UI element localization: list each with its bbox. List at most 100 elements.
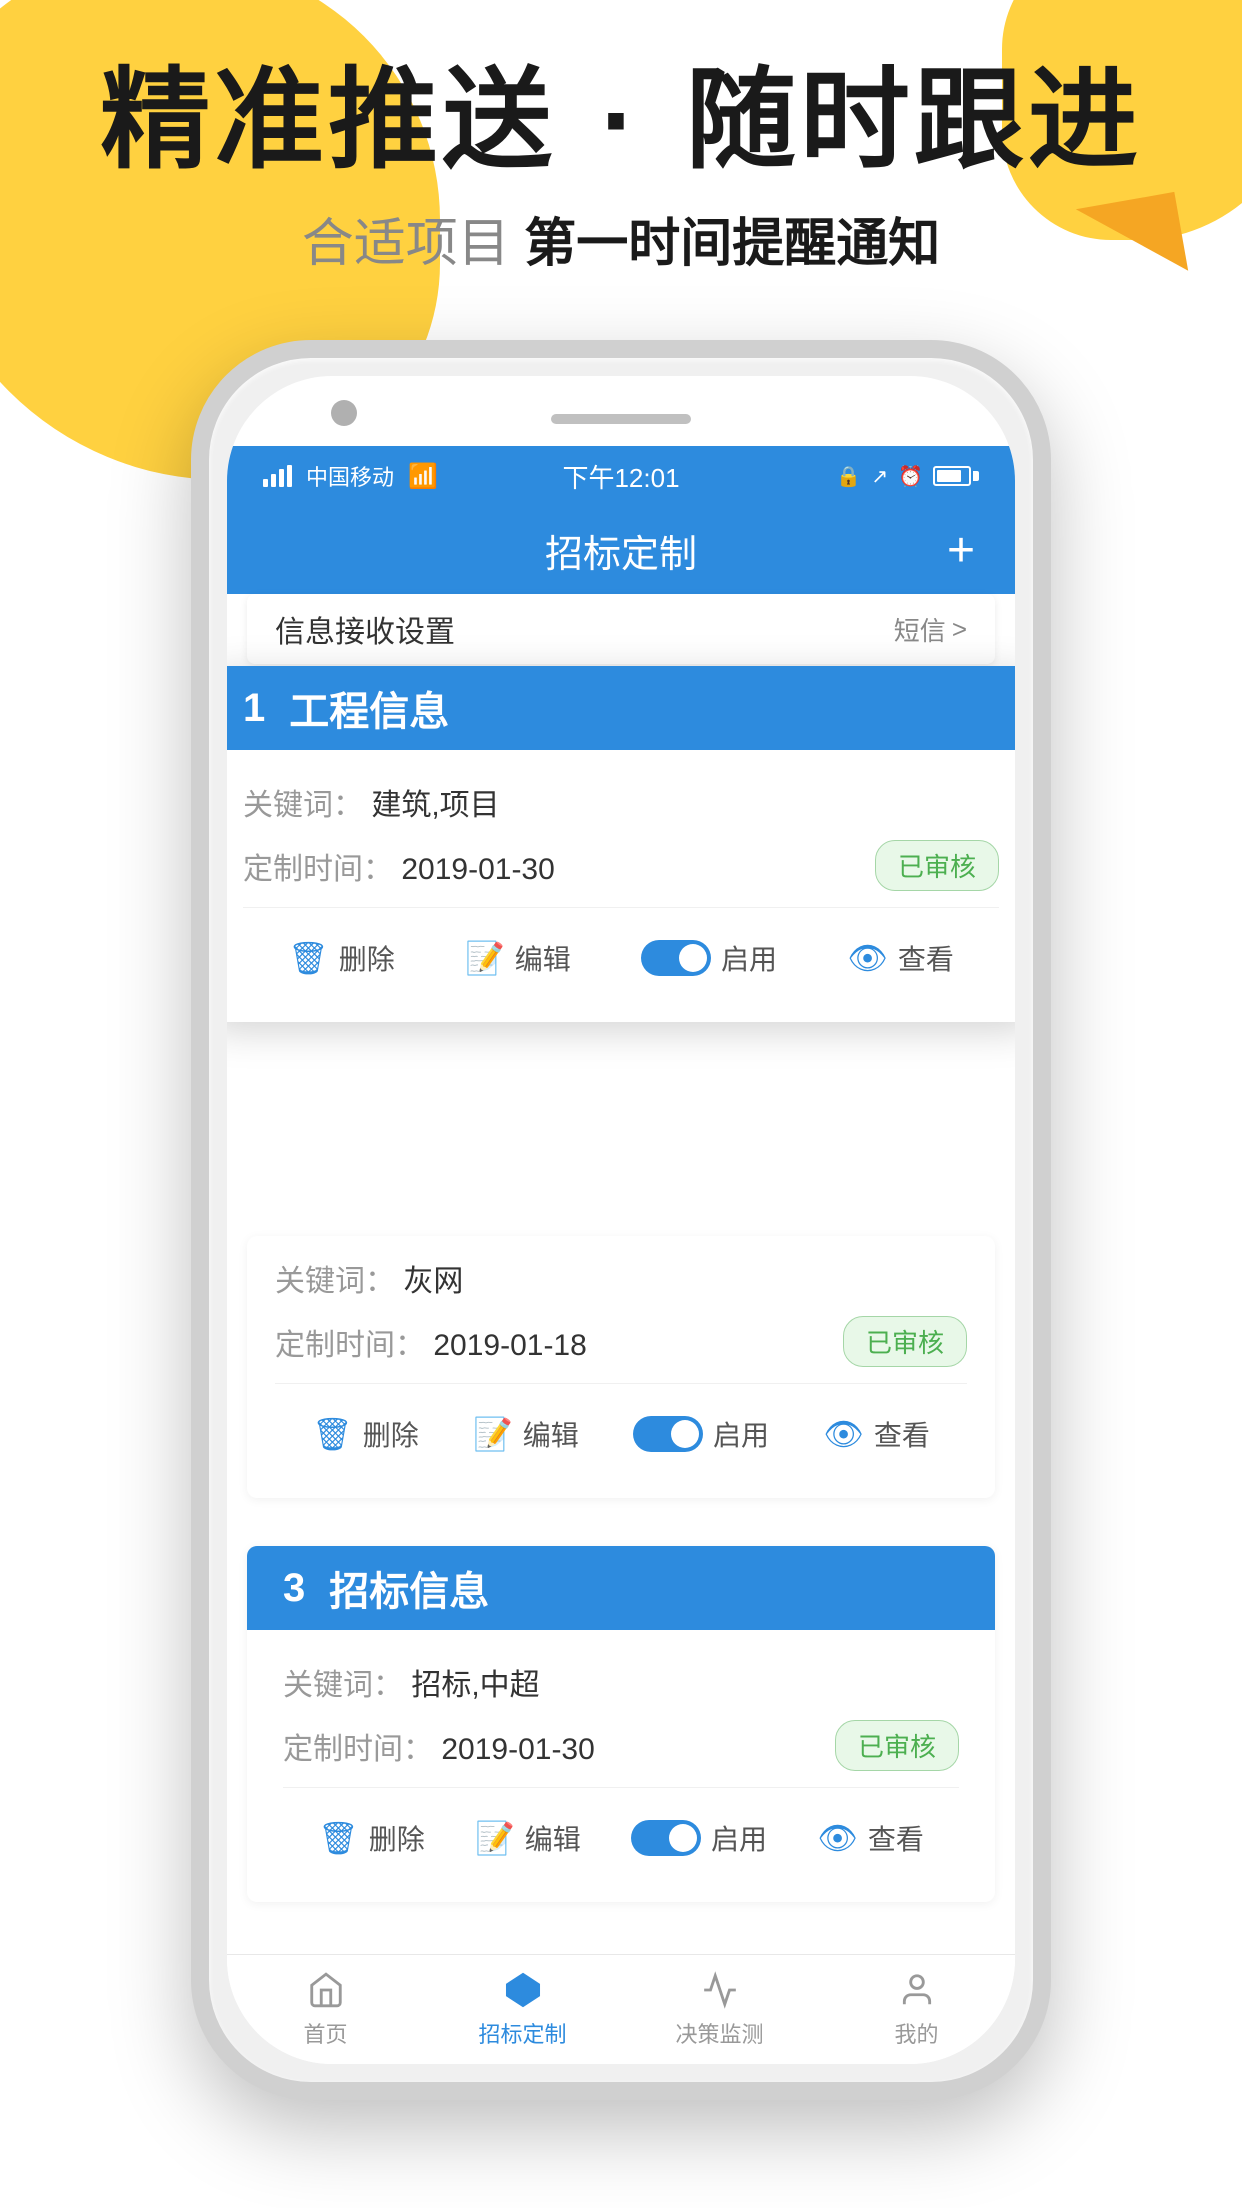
card-1-header: 1 工程信息 (227, 666, 1015, 750)
card2-view-label: 查看 (874, 1414, 930, 1454)
card-2-delete-button[interactable]: 🗑 删除 (312, 1414, 419, 1454)
home-icon (307, 1971, 345, 2009)
phone-camera (331, 400, 357, 426)
card-1-enable-button[interactable]: 启用 (641, 938, 777, 978)
card-2-divider (275, 1383, 967, 1384)
phone-inner: 中国移动 📶 下午12:01 🔒 ↗ ⏰ (227, 376, 1015, 2064)
tab-bidding-label: 招标定制 (478, 2017, 566, 2049)
card2-view-icon: 👁 (823, 1415, 864, 1453)
card-3-keywords-row: 关键词： 招标,中超 (283, 1660, 959, 1704)
card-3-number: 3 (283, 1566, 305, 1611)
diamond-icon (504, 1971, 542, 2009)
enable-label: 启用 (721, 938, 777, 978)
card-3-view-button[interactable]: 👁 查看 (817, 1818, 924, 1858)
tab-mine-label: 我的 (894, 2017, 938, 2049)
card3-edit-icon: 📝 (475, 1819, 515, 1857)
status-time: 下午12:01 (562, 458, 679, 495)
card3-delete-label: 删除 (369, 1818, 425, 1858)
card-2-keywords-label: 关键词： (275, 1265, 395, 1298)
card-1-time-row: 定制时间： 2019-01-30 已审核 (243, 840, 999, 891)
card-1-view-button[interactable]: 👁 查看 (847, 938, 954, 978)
toggle-enable[interactable] (641, 940, 711, 976)
card-1: 1 工程信息 关键词： 建筑,项目 定制时间： 2019-01-30 (227, 666, 1015, 1022)
card-3: 3 招标信息 关键词： 招标,中超 定制时间： (247, 1546, 995, 1902)
tab-bidding[interactable]: 招标定制 (453, 1971, 593, 2049)
hero-title-part1: 精准推送 (100, 59, 556, 182)
view-icon: 👁 (847, 939, 888, 977)
card-3-title: 招标信息 (329, 1559, 489, 1617)
card-1-delete-button[interactable]: 🗑 删除 (288, 938, 395, 978)
card-2-enable-button[interactable]: 启用 (633, 1414, 769, 1454)
card-1-keywords-label: 关键词： (243, 789, 363, 822)
card-3-keywords-value: 招标,中超 (411, 1669, 539, 1702)
card-2: 关键词： 灰网 定制时间： 2019-01-18 已审核 (247, 1236, 995, 1498)
tab-mine[interactable]: 我的 (847, 1971, 987, 2049)
sms-label: 短信 (894, 611, 946, 648)
tab-monitor-label: 决策监测 (675, 2017, 763, 2049)
card-2-edit-button[interactable]: 📝 编辑 (473, 1414, 579, 1454)
status-bar: 中国移动 📶 下午12:01 🔒 ↗ ⏰ (227, 446, 1015, 506)
card3-edit-label: 编辑 (525, 1818, 581, 1858)
card-3-actions: 🗑 删除 📝 编辑 启用 (283, 1798, 959, 1882)
add-button[interactable]: + (947, 523, 975, 578)
info-receive-bar[interactable]: 信息接收设置 短信 > (247, 594, 995, 664)
chevron-right-icon: > (952, 614, 967, 645)
hero-title: 精准推送 · 随时跟进 (0, 60, 1242, 181)
tab-home[interactable]: 首页 (256, 1971, 396, 2049)
tab-bar: 首页 招标定制 决策监测 (227, 1954, 1015, 2064)
card-3-keywords-label: 关键词： (283, 1669, 403, 1702)
card-3-enable-button[interactable]: 启用 (631, 1818, 767, 1858)
phone-speaker (551, 414, 691, 424)
card2-delete-label: 删除 (363, 1414, 419, 1454)
card2-edit-icon: 📝 (473, 1415, 513, 1453)
card-1-keywords-value: 建筑,项目 (371, 789, 499, 822)
hero-section: 精准推送 · 随时跟进 合适项目 第一时间提醒通知 (0, 60, 1242, 276)
tab-monitor[interactable]: 决策监测 (650, 1971, 790, 2049)
card-3-header: 3 招标信息 (247, 1546, 995, 1630)
nav-bar: 招标定制 + (227, 506, 1015, 594)
battery-icon (933, 466, 979, 486)
location-icon: ↗ (871, 464, 888, 489)
carrier-label: 中国移动 (306, 460, 394, 492)
card-1-status-badge: 已审核 (875, 840, 999, 891)
edit-icon: 📝 (465, 939, 505, 977)
card-2-view-button[interactable]: 👁 查看 (823, 1414, 930, 1454)
card3-view-label: 查看 (868, 1818, 924, 1858)
card-3-edit-button[interactable]: 📝 编辑 (475, 1818, 581, 1858)
card2-edit-label: 编辑 (523, 1414, 579, 1454)
card3-toggle-enable[interactable] (631, 1820, 701, 1856)
card-3-time-label: 定制时间： (283, 1733, 433, 1766)
card-3-status-badge: 已审核 (835, 1720, 959, 1771)
card-2-time-label: 定制时间： (275, 1329, 425, 1362)
delete-icon: 🗑 (288, 939, 329, 977)
hero-title-part2: 随时跟进 (686, 59, 1142, 182)
hero-dot: · (601, 59, 676, 182)
hero-subtitle-plain: 合适项目 (302, 215, 510, 273)
card-3-time-value: 2019-01-30 (441, 1733, 594, 1766)
phone-mockup: 中国移动 📶 下午12:01 🔒 ↗ ⏰ (191, 340, 1051, 2100)
card3-view-icon: 👁 (817, 1819, 858, 1857)
card-3-time-row: 定制时间： 2019-01-30 已审核 (283, 1720, 959, 1771)
signal-icon (263, 465, 292, 487)
card2-toggle-enable[interactable] (633, 1416, 703, 1452)
edit-label: 编辑 (515, 938, 571, 978)
status-left: 中国移动 📶 (263, 460, 438, 492)
card-2-time-row: 定制时间： 2019-01-18 已审核 (275, 1316, 967, 1367)
card3-enable-label: 启用 (711, 1818, 767, 1858)
nav-title: 招标定制 (545, 523, 697, 578)
card-3-delete-button[interactable]: 🗑 删除 (318, 1818, 425, 1858)
card-3-divider (283, 1787, 959, 1788)
hero-subtitle: 合适项目 第一时间提醒通知 (0, 201, 1242, 276)
hero-subtitle-bold: 第一时间提醒通知 (524, 215, 940, 273)
card2-enable-label: 启用 (713, 1414, 769, 1454)
alarm-icon: ⏰ (898, 464, 923, 489)
info-bar-right: 短信 > (894, 611, 967, 648)
card-3-body: 关键词： 招标,中超 定制时间： 2019-01-30 已审核 (247, 1630, 995, 1902)
card2-delete-icon: 🗑 (312, 1415, 353, 1453)
status-right: 🔒 ↗ ⏰ (836, 464, 979, 489)
card-1-body: 关键词： 建筑,项目 定制时间： 2019-01-30 已审核 (227, 750, 1015, 1022)
card-1-keywords-row: 关键词： 建筑,项目 (243, 780, 999, 824)
card-1-edit-button[interactable]: 📝 编辑 (465, 938, 571, 978)
card-2-keywords-value: 灰网 (403, 1265, 463, 1298)
card-3-wrapper: 3 招标信息 关键词： 招标,中超 定制时间： (227, 1546, 1015, 1902)
